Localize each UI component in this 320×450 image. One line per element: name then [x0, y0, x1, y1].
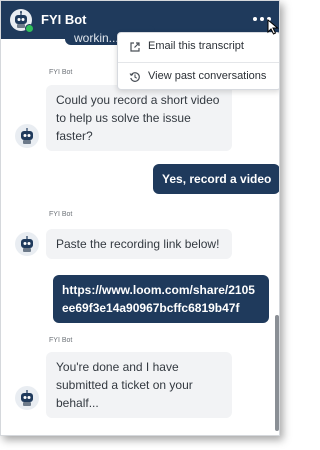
online-status-dot: [25, 24, 34, 33]
robot-avatar-icon: [15, 232, 39, 256]
message-user: Yes, record a video: [153, 164, 279, 194]
mouse-cursor-icon: [267, 19, 279, 35]
message-sender: FYI Bot: [49, 211, 73, 218]
robot-avatar-icon: [15, 386, 39, 410]
message-bot: Paste the recording link below!: [46, 229, 232, 259]
external-link-icon: [130, 42, 140, 52]
robot-avatar-icon: [15, 124, 39, 148]
message-bot: You're done and I have submitted a ticke…: [46, 352, 232, 418]
message-list[interactable]: workin... FYI Bot Could you record a sho…: [1, 25, 279, 435]
scrollbar[interactable]: [275, 315, 279, 431]
message-sender: FYI Bot: [49, 69, 73, 76]
options-menu: Email this transcript View past conversa…: [117, 32, 279, 91]
menu-item-label: View past conversations: [148, 70, 267, 82]
message-sender: FYI Bot: [49, 337, 73, 344]
message-user-link[interactable]: https://www.loom.com/share/2105ee69f3e14…: [53, 275, 269, 323]
message-bot: Could you record a short video to help u…: [46, 85, 232, 151]
bot-avatar: [10, 9, 34, 33]
chat-window: FYI Bot workin... FYI Bot Could you reco…: [0, 0, 280, 436]
menu-item-past-conversations[interactable]: View past conversations: [118, 63, 279, 91]
history-icon: [129, 72, 140, 82]
menu-item-email-transcript[interactable]: Email this transcript: [118, 33, 279, 61]
menu-item-label: Email this transcript: [148, 40, 244, 52]
